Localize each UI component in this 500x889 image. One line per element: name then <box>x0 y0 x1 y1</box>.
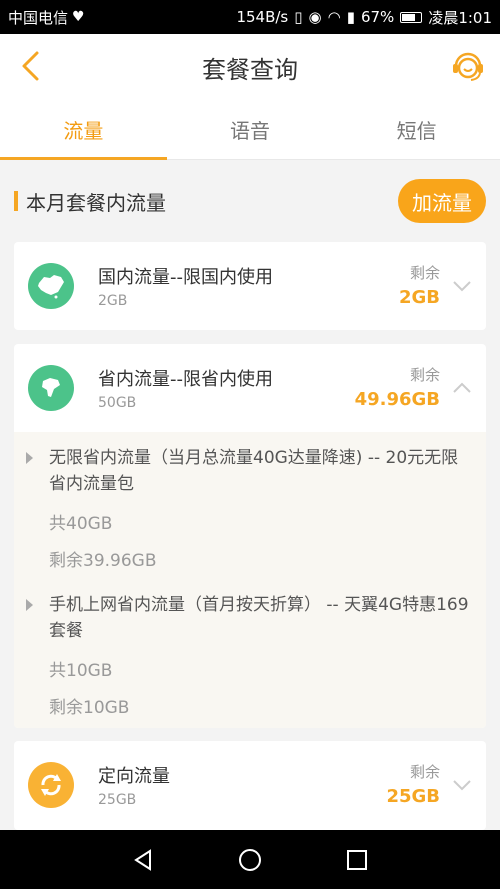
clock: 凌晨1:01 <box>428 8 492 27</box>
wifi-icon: ◠ <box>327 8 341 26</box>
chevron-down-icon[interactable] <box>450 274 474 298</box>
card-directional-data[interactable]: 定向流量 25GB 剩余 25GB <box>14 741 486 830</box>
section-accent-bar <box>14 191 18 211</box>
card-total: 25GB <box>98 792 137 808</box>
package-remain: 剩余39.96GB <box>49 551 157 571</box>
page-title: 套餐查询 <box>202 55 298 84</box>
triangle-back-icon <box>134 848 152 871</box>
card-provincial-data[interactable]: 省内流量--限省内使用 50GB 剩余 49.96GB 无限省内流量（当月总流量… <box>14 344 486 728</box>
card-total: 50GB <box>98 395 137 411</box>
card-name: 国内流量--限国内使用 <box>98 267 273 288</box>
eye-icon: ◉ <box>308 8 322 26</box>
card-name: 定向流量 <box>98 766 170 787</box>
remain-label: 剩余 <box>409 264 440 282</box>
remain-label: 剩余 <box>409 366 440 384</box>
vibrate-icon: ▯ <box>294 8 303 26</box>
package-title: 手机上网省内流量（首月按天折算） -- 天翼4G特惠169套餐 <box>49 595 469 641</box>
status-bar: 中国电信 ♥ 154B/s ▯ ◉ ◠ ▮ 67% 凌晨1:01 <box>0 0 500 34</box>
card-detail-panel: 无限省内流量（当月总流量40G达量降速) -- 20元无限省内流量包 共40GB… <box>14 432 486 728</box>
tab-voice[interactable]: 语音 <box>167 100 334 159</box>
nav-home-button[interactable] <box>230 840 270 880</box>
network-speed: 154B/s <box>236 8 289 26</box>
battery-percent: 67% <box>360 8 395 26</box>
section-title: 本月套餐内流量 <box>26 190 166 215</box>
remain-value: 2GB <box>398 287 440 308</box>
tab-data[interactable]: 流量 <box>0 100 167 160</box>
app-header: 套餐查询 <box>0 34 500 100</box>
card-domestic-data[interactable]: 国内流量--限国内使用 2GB 剩余 2GB <box>14 242 486 330</box>
add-data-button[interactable]: 加流量 <box>398 179 486 223</box>
remain-label: 剩余 <box>409 763 440 781</box>
nav-recents-button[interactable] <box>337 840 377 880</box>
chevron-left-icon <box>22 51 39 81</box>
package-total: 共10GB <box>49 661 113 681</box>
package-title: 无限省内流量（当月总流量40G达量降速) -- 20元无限省内流量包 <box>49 448 459 494</box>
card-name: 省内流量--限省内使用 <box>98 369 273 390</box>
package-item: 无限省内流量（当月总流量40G达量降速) -- 20元无限省内流量包 共40GB… <box>26 446 470 571</box>
chevron-down-icon[interactable] <box>450 773 474 797</box>
directional-refresh-icon <box>28 762 74 808</box>
remain-value: 49.96GB <box>354 389 440 410</box>
card-total: 2GB <box>98 293 128 309</box>
china-map-icon <box>28 263 74 309</box>
remain-value: 25GB <box>386 786 440 807</box>
triangle-right-icon <box>26 452 33 464</box>
circle-home-icon <box>238 848 261 871</box>
system-nav-bar <box>0 830 500 889</box>
package-item: 手机上网省内流量（首月按天折算） -- 天翼4G特惠169套餐 共10GB 剩余… <box>26 593 470 718</box>
customer-service-button[interactable] <box>448 46 488 86</box>
headset-icon <box>453 52 483 81</box>
square-recents-icon <box>346 849 367 870</box>
province-map-icon <box>28 365 74 411</box>
tab-sms[interactable]: 短信 <box>333 100 500 159</box>
signal-icon: ▮ <box>346 8 355 26</box>
chevron-up-icon[interactable] <box>450 376 474 400</box>
carrier-label: 中国电信 <box>8 8 69 27</box>
triangle-right-icon <box>26 599 33 611</box>
heart-icon: ♥ <box>72 9 85 25</box>
tab-bar: 流量 语音 短信 <box>0 100 500 160</box>
package-remain: 剩余10GB <box>49 698 130 718</box>
nav-back-button[interactable] <box>123 840 163 880</box>
section-header: 本月套餐内流量 加流量 <box>0 170 500 232</box>
battery-icon <box>400 11 423 23</box>
back-button[interactable] <box>12 48 48 84</box>
package-total: 共40GB <box>49 514 113 534</box>
